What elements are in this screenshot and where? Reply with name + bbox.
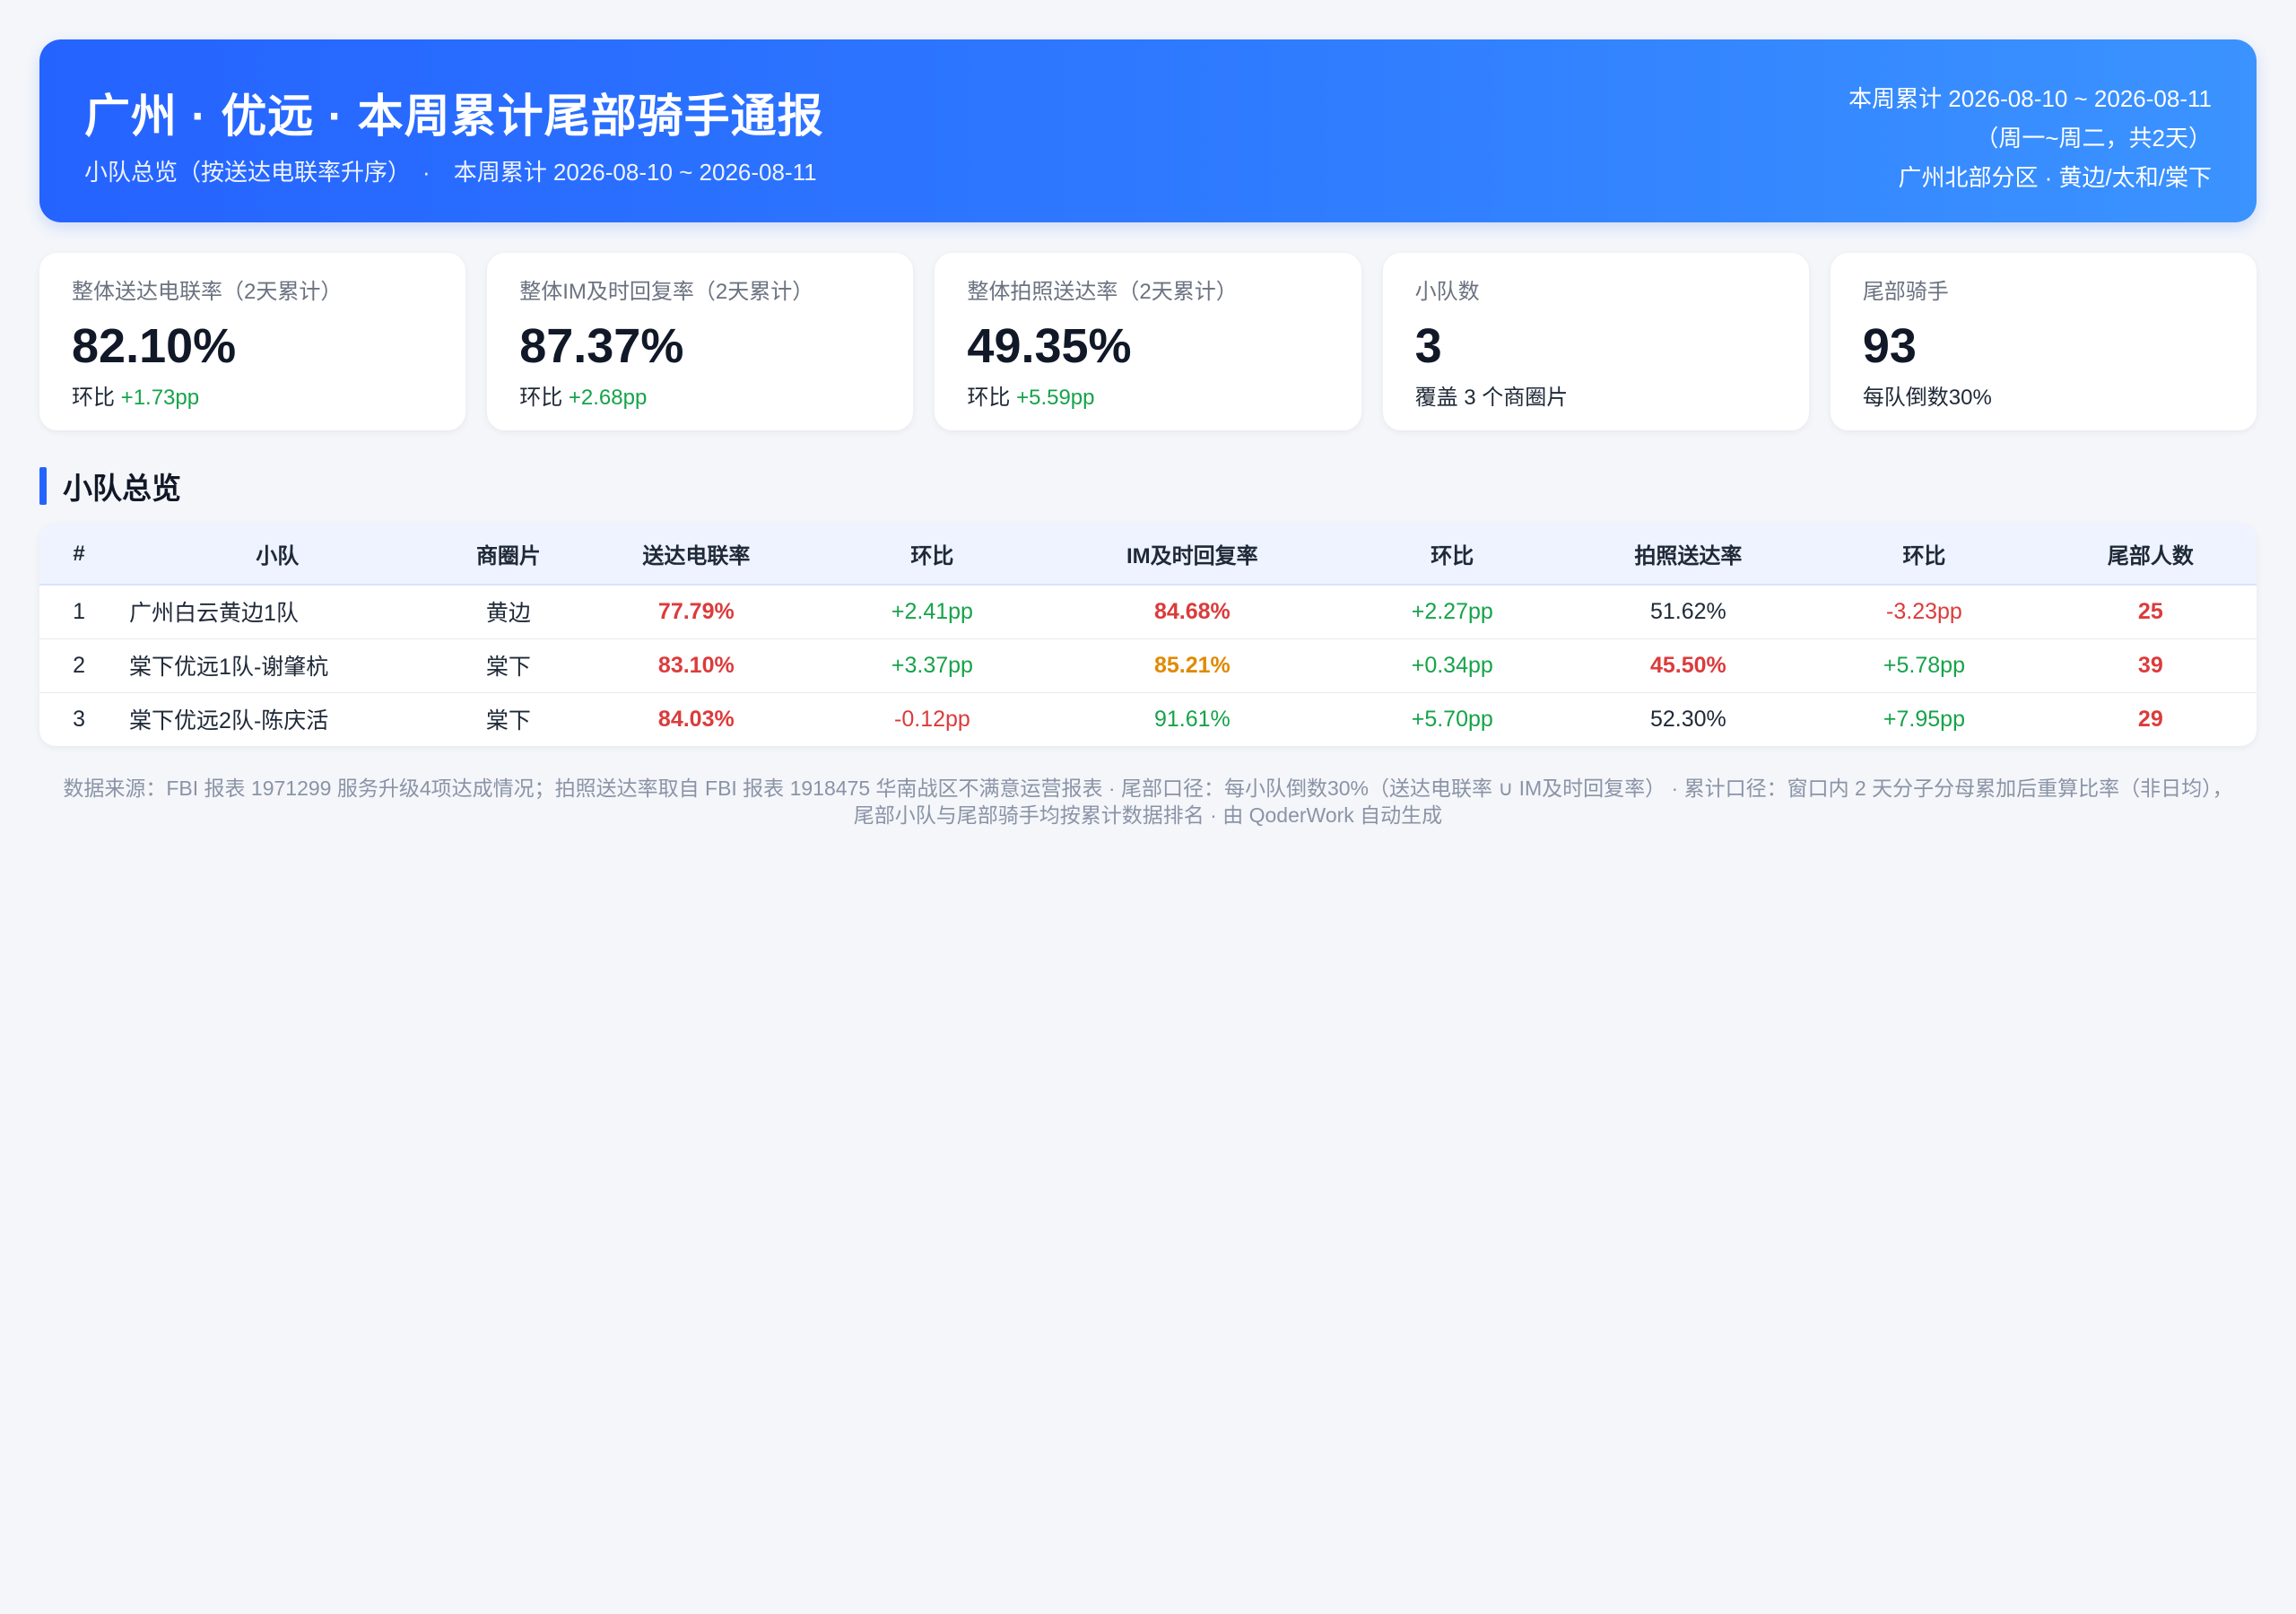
kpi-delta: +5.59pp xyxy=(1016,386,1095,410)
cell-im-delta: +2.27pp xyxy=(1411,598,1493,624)
kpi-note: 环比 +5.59pp xyxy=(967,384,1328,412)
kpi-note-prefix: 环比 xyxy=(519,386,569,410)
cell-call-delta: +3.37pp xyxy=(891,652,973,678)
section-header: 小队总览 xyxy=(39,466,2257,506)
cell-im-delta: +0.34pp xyxy=(1411,652,1493,678)
cell-call-delta: -0.12pp xyxy=(894,706,970,732)
report-page: 广州 · 优远 · 本周累计尾部骑手通报 小队总览（按送达电联率升序） · 本周累计… xyxy=(0,0,2296,1614)
col-header-photo-rate: 拍照送达率 xyxy=(1572,524,1805,586)
kpi-note-prefix: 环比 xyxy=(72,386,121,410)
col-header-index: # xyxy=(39,524,119,586)
kpi-card-im-rate: 整体IM及时回复率（2天累计） 87.37% 环比 +2.68pp xyxy=(487,253,914,430)
kpi-value: 93 xyxy=(1862,319,1917,373)
cell-im-rate: 91.61% xyxy=(1153,706,1231,732)
footer-line-1: 数据来源：FBI 报表 1971299 服务升级4项达成情况；拍照送达率取自 F… xyxy=(63,777,2233,800)
cell-photo-rate: 51.62% xyxy=(1649,598,1726,624)
kpi-label: 整体IM及时回复率（2天累计） xyxy=(519,280,814,304)
cell-im-rate: 85.21% xyxy=(1153,652,1231,678)
header-meta: 本周累计 2026-08-10 ~ 2026-08-11 （周一~周二，共2天）… xyxy=(1848,79,2212,197)
page-subtitle: 小队总览（按送达电联率升序） · 本周累计 2026-08-10 ~ 2026-08… xyxy=(84,154,824,187)
kpi-row: 整体送达电联率（2天累计） 82.10% 环比 +1.73pp 整体IM及时回复… xyxy=(39,253,2257,430)
cell-photo-delta: +5.78pp xyxy=(1883,652,1965,678)
subtitle-separator: · xyxy=(422,159,430,186)
cell-tail-count: 25 xyxy=(2137,598,2163,624)
cell-im-rate: 84.68% xyxy=(1153,598,1231,624)
header-date-range: 本周累计 2026-08-10 ~ 2026-08-11 xyxy=(1848,85,2212,112)
kpi-card-team-count: 小队数 3 覆盖 3 个商圈片 xyxy=(1382,253,1809,430)
header-days: （周一~周二，共2天） xyxy=(1975,125,2212,152)
cell-tail-count: 39 xyxy=(2137,652,2163,678)
kpi-value: 49.35% xyxy=(967,319,1132,373)
team-table: # 小队 商圈片 送达电联率 环比 IM及时回复率 环比 拍照送达率 环比 尾部… xyxy=(39,524,2257,746)
cell-index: 3 xyxy=(73,706,85,732)
kpi-delta: +1.73pp xyxy=(120,386,200,410)
kpi-value: 3 xyxy=(1414,319,1442,373)
kpi-card-call-rate: 整体送达电联率（2天累计） 82.10% 环比 +1.73pp xyxy=(39,253,466,430)
cell-im-delta: +5.70pp xyxy=(1411,706,1493,732)
table-header-row: # 小队 商圈片 送达电联率 环比 IM及时回复率 环比 拍照送达率 环比 尾部… xyxy=(39,524,2257,586)
kpi-value: 87.37% xyxy=(519,319,684,373)
kpi-label: 整体拍照送达率（2天累计） xyxy=(967,280,1238,304)
cell-tail-count: 29 xyxy=(2137,706,2163,732)
cell-photo-rate: 45.50% xyxy=(1649,652,1726,678)
header-left: 广州 · 优远 · 本周累计尾部骑手通报 小队总览（按送达电联率升序） · 本周累计… xyxy=(84,79,824,187)
kpi-value: 82.10% xyxy=(72,319,237,373)
kpi-card-photo-rate: 整体拍照送达率（2天累计） 49.35% 环比 +5.59pp xyxy=(935,253,1361,430)
cell-call-rate: 77.79% xyxy=(657,598,735,624)
kpi-note: 环比 +2.68pp xyxy=(519,384,881,412)
cell-area: 黄边 xyxy=(485,601,531,627)
table-row: 2 棠下优远1队-谢肇杭 棠下 83.10% +3.37pp 85.21% +0… xyxy=(39,638,2257,692)
cell-photo-delta: +7.95pp xyxy=(1883,706,1965,732)
cell-team: 广州白云黄边1队 xyxy=(129,601,299,627)
header-banner: 广州 · 优远 · 本周累计尾部骑手通报 小队总览（按送达电联率升序） · 本周累计… xyxy=(39,39,2257,222)
col-header-team: 小队 xyxy=(118,524,437,586)
cell-team: 棠下优远1队-谢肇杭 xyxy=(129,655,329,680)
header-region: 广州北部分区 · 黄边/太和/棠下 xyxy=(1898,164,2212,191)
cell-photo-delta: -3.23pp xyxy=(1886,598,1962,624)
kpi-note-prefix: 环比 xyxy=(967,386,1017,410)
kpi-delta: +2.68pp xyxy=(568,386,648,410)
table-row: 3 棠下优远2队-陈庆活 棠下 84.03% -0.12pp 91.61% +5… xyxy=(39,692,2257,746)
footer-line-2: 尾部小队与尾部骑手均按累计数据排名 · 由 QoderWork 自动生成 xyxy=(853,803,1443,827)
col-header-im-delta: 环比 xyxy=(1332,524,1573,586)
col-header-tail-count: 尾部人数 xyxy=(2044,524,2257,586)
kpi-note: 环比 +1.73pp xyxy=(72,384,433,412)
cell-index: 1 xyxy=(73,598,85,624)
kpi-note: 每队倒数30% xyxy=(1862,386,1992,410)
kpi-label: 小队数 xyxy=(1414,280,1480,304)
col-header-area: 商圈片 xyxy=(436,524,581,586)
cell-area: 棠下 xyxy=(485,655,531,680)
table-row: 1 广州白云黄边1队 黄边 77.79% +2.41pp 84.68% +2.2… xyxy=(39,585,2257,638)
footer-notes: 数据来源：FBI 报表 1971299 服务升级4项达成情况；拍照送达率取自 F… xyxy=(39,775,2257,829)
kpi-card-tail-riders: 尾部骑手 93 每队倒数30% xyxy=(1830,253,2257,430)
section-accent-bar xyxy=(39,467,47,505)
kpi-note: 覆盖 3 个商圈片 xyxy=(1414,386,1569,410)
cell-area: 棠下 xyxy=(485,708,531,734)
col-header-call-delta: 环比 xyxy=(812,524,1053,586)
cell-call-rate: 83.10% xyxy=(657,652,735,678)
cell-photo-rate: 52.30% xyxy=(1649,706,1726,732)
col-header-photo-delta: 环比 xyxy=(1804,524,2045,586)
cell-team: 棠下优远2队-陈庆活 xyxy=(129,708,329,734)
cell-call-delta: +2.41pp xyxy=(891,598,973,624)
page-title: 广州 · 优远 · 本周累计尾部骑手通报 xyxy=(84,91,824,142)
col-header-im-rate: IM及时回复率 xyxy=(1052,524,1333,586)
subtitle-date-range: 本周累计 2026-08-10 ~ 2026-08-11 xyxy=(453,159,817,186)
cell-call-rate: 84.03% xyxy=(657,706,735,732)
team-table-container: # 小队 商圈片 送达电联率 环比 IM及时回复率 环比 拍照送达率 环比 尾部… xyxy=(39,524,2257,746)
section-title: 小队总览 xyxy=(63,472,181,505)
cell-index: 2 xyxy=(73,652,85,678)
col-header-call-rate: 送达电联率 xyxy=(580,524,813,586)
kpi-label: 整体送达电联率（2天累计） xyxy=(72,280,343,304)
kpi-label: 尾部骑手 xyxy=(1862,280,1949,304)
subtitle-view: 小队总览（按送达电联率升序） xyxy=(84,159,400,186)
